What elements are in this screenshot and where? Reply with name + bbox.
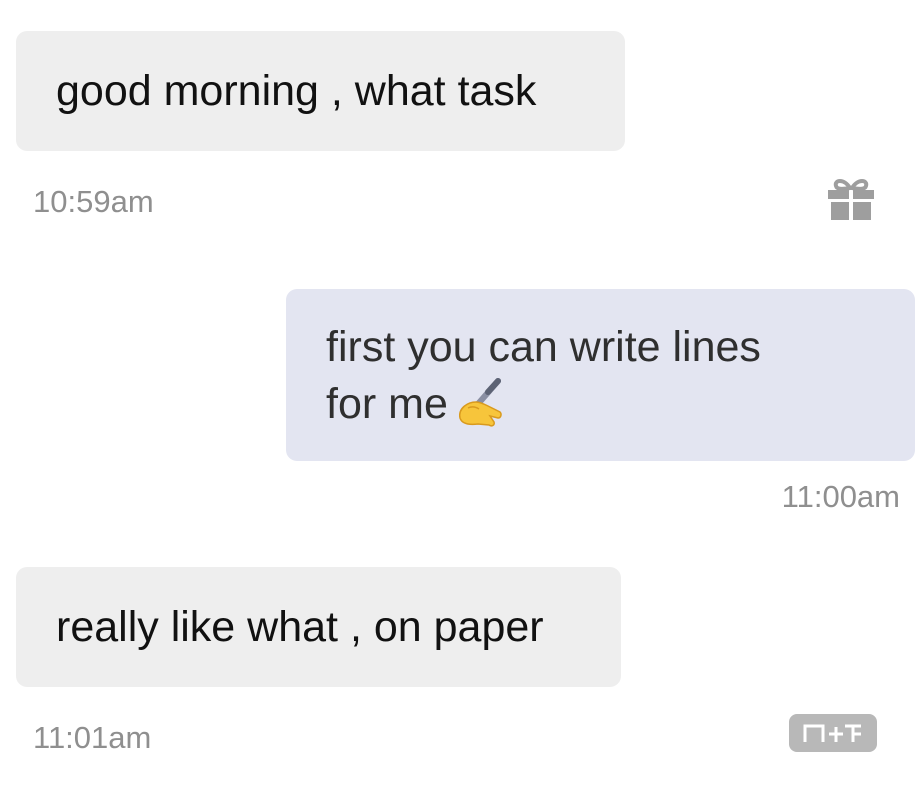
message-bubble-outgoing[interactable]: first you can write lines for me xyxy=(286,289,915,461)
message-timestamp: 10:59am xyxy=(33,184,154,219)
message-timestamp: 11:00am xyxy=(781,479,900,514)
writing-hand-emoji-icon xyxy=(454,377,504,428)
message-timestamp: 11:01am xyxy=(33,720,152,755)
message-bubble-incoming[interactable]: good morning , what task xyxy=(16,31,625,151)
gift-icon[interactable] xyxy=(826,174,876,224)
message-text: good morning , what task xyxy=(56,66,537,115)
message-bubble-incoming[interactable]: really like what , on paper xyxy=(16,567,621,687)
message-text: first you can write lines for me xyxy=(326,323,761,428)
message-text: really like what , on paper xyxy=(56,602,544,651)
nf-logo-icon xyxy=(789,714,877,752)
